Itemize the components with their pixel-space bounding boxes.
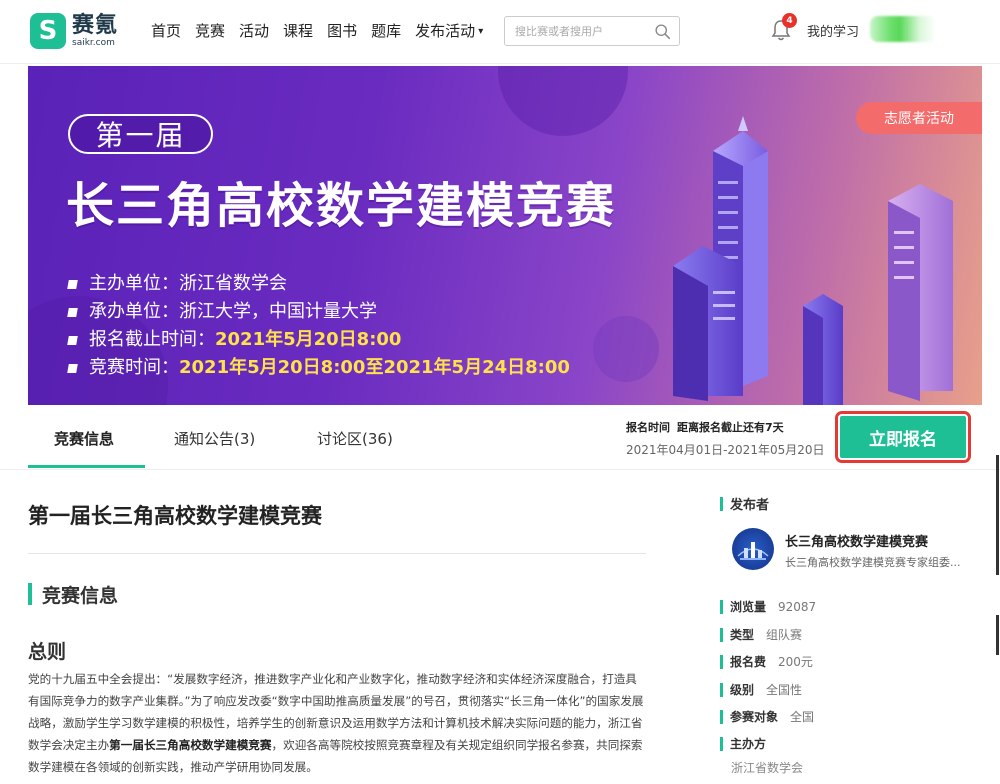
scrollbar-segment [996, 615, 999, 655]
publisher-heading: 发布者 [720, 494, 769, 513]
host-value: 浙江省数学会 [731, 761, 804, 775]
nav-publish-activity-dropdown[interactable]: 发布活动 [415, 20, 483, 41]
my-study-link[interactable]: 我的学习 [807, 21, 859, 40]
site-logo[interactable]: S 赛氪 saikr.com [30, 11, 140, 51]
deadline-value: 2021年5月20日8:00 [215, 329, 402, 350]
general-rules-paragraph: 党的十九届五中全会提出：“发展数字经济，推进数字产业化和产业数字化，推动数字经济… [28, 672, 644, 774]
logo-domain: saikr.com [72, 37, 115, 48]
host-row: 主办方 [720, 735, 778, 752]
logo-mark: S [30, 13, 66, 49]
contest-time-label: 竞赛时间： [89, 357, 179, 378]
type-row: 类型 组队赛 [720, 626, 802, 643]
search-box [504, 16, 680, 46]
register-now-button[interactable]: 立即报名 [835, 411, 971, 463]
notification-badge: 4 [782, 13, 797, 28]
banner-title: 长三角高校数学建模竞赛 [66, 178, 617, 234]
level-row: 级别 全国性 [720, 681, 802, 698]
nav-books[interactable]: 图书 [327, 20, 357, 41]
edition-label: 第一届 [68, 114, 213, 154]
page-title: 第一届长三角高校数学建模竞赛 [28, 504, 322, 528]
registration-date-range: 2021年04月01日-2021年05月20日 [626, 443, 825, 457]
scrollbar[interactable] [996, 455, 999, 575]
organizer-text: 主办单位：浙江省数学会 [89, 273, 287, 294]
publisher-avatar[interactable] [732, 528, 774, 570]
registration-countdown: 距离报名截止还有7天 [677, 421, 784, 434]
fee-value: 200元 [778, 655, 813, 669]
city-buildings-illustration [673, 116, 953, 405]
search-input[interactable] [515, 24, 655, 38]
divider [0, 469, 1000, 470]
user-avatar[interactable] [870, 16, 936, 42]
contest-time-value: 2021年5月20日8:00至2021年5月24日8:00 [179, 357, 570, 378]
nav-activities[interactable]: 活动 [239, 20, 269, 41]
publisher-description: 长三角高校数学建模竞赛专家组委... [785, 556, 961, 569]
active-tab-indicator [28, 465, 145, 468]
banner-info-list: 主办单位：浙江省数学会 承办单位：浙江大学，中国计量大学 报名截止时间： 2021… [67, 270, 570, 382]
tab-discussion[interactable]: 讨论区(36) [317, 428, 393, 449]
co-organizer-text: 承办单位：浙江大学，中国计量大学 [89, 301, 377, 322]
section-heading-label: 竞赛信息 [42, 584, 119, 607]
nav-home[interactable]: 首页 [151, 20, 181, 41]
registration-time-label: 报名时间 [626, 421, 670, 434]
competition-banner: 第一届 长三角高校数学建模竞赛 主办单位：浙江省数学会 承办单位：浙江大学，中国… [28, 66, 982, 405]
tab-competition-info[interactable]: 竞赛信息 [54, 428, 114, 449]
publisher-name[interactable]: 长三角高校数学建模竞赛 [785, 531, 928, 550]
general-rules-heading: 总则 [28, 641, 67, 663]
audience-value: 全国 [790, 710, 815, 724]
registration-time-info: 报名时间 距离报名截止还有7天 [626, 419, 784, 435]
main-nav: 首页 竞赛 活动 课程 图书 题库 发布活动 [151, 20, 497, 41]
volunteer-activity-tag[interactable]: 志愿者活动 [856, 102, 982, 134]
divider [28, 553, 646, 554]
search-icon[interactable] [654, 23, 671, 40]
nav-question-bank[interactable]: 题库 [371, 20, 401, 41]
type-value: 组队赛 [766, 628, 803, 642]
top-navbar: S 赛氪 saikr.com 首页 竞赛 活动 课程 图书 题库 发布活动 4 … [0, 0, 1000, 64]
deadline-label: 报名截止时间： [89, 329, 215, 350]
views-count: 92087 [778, 599, 817, 614]
views-row: 浏览量 92087 [720, 598, 816, 615]
level-value: 全国性 [766, 683, 803, 697]
nav-competitions[interactable]: 竞赛 [195, 20, 225, 41]
nav-courses[interactable]: 课程 [283, 20, 313, 41]
fee-row: 报名费 200元 [720, 653, 813, 670]
tab-notices[interactable]: 通知公告(3) [174, 428, 255, 449]
audience-row: 参赛对象 全国 [720, 708, 814, 725]
logo-name: 赛氪 [72, 12, 119, 38]
section-heading: 竞赛信息 [28, 581, 118, 607]
detail-tab-bar: 竞赛信息 通知公告(3) 讨论区(36) 报名时间 距离报名截止还有7天 202… [28, 405, 982, 469]
